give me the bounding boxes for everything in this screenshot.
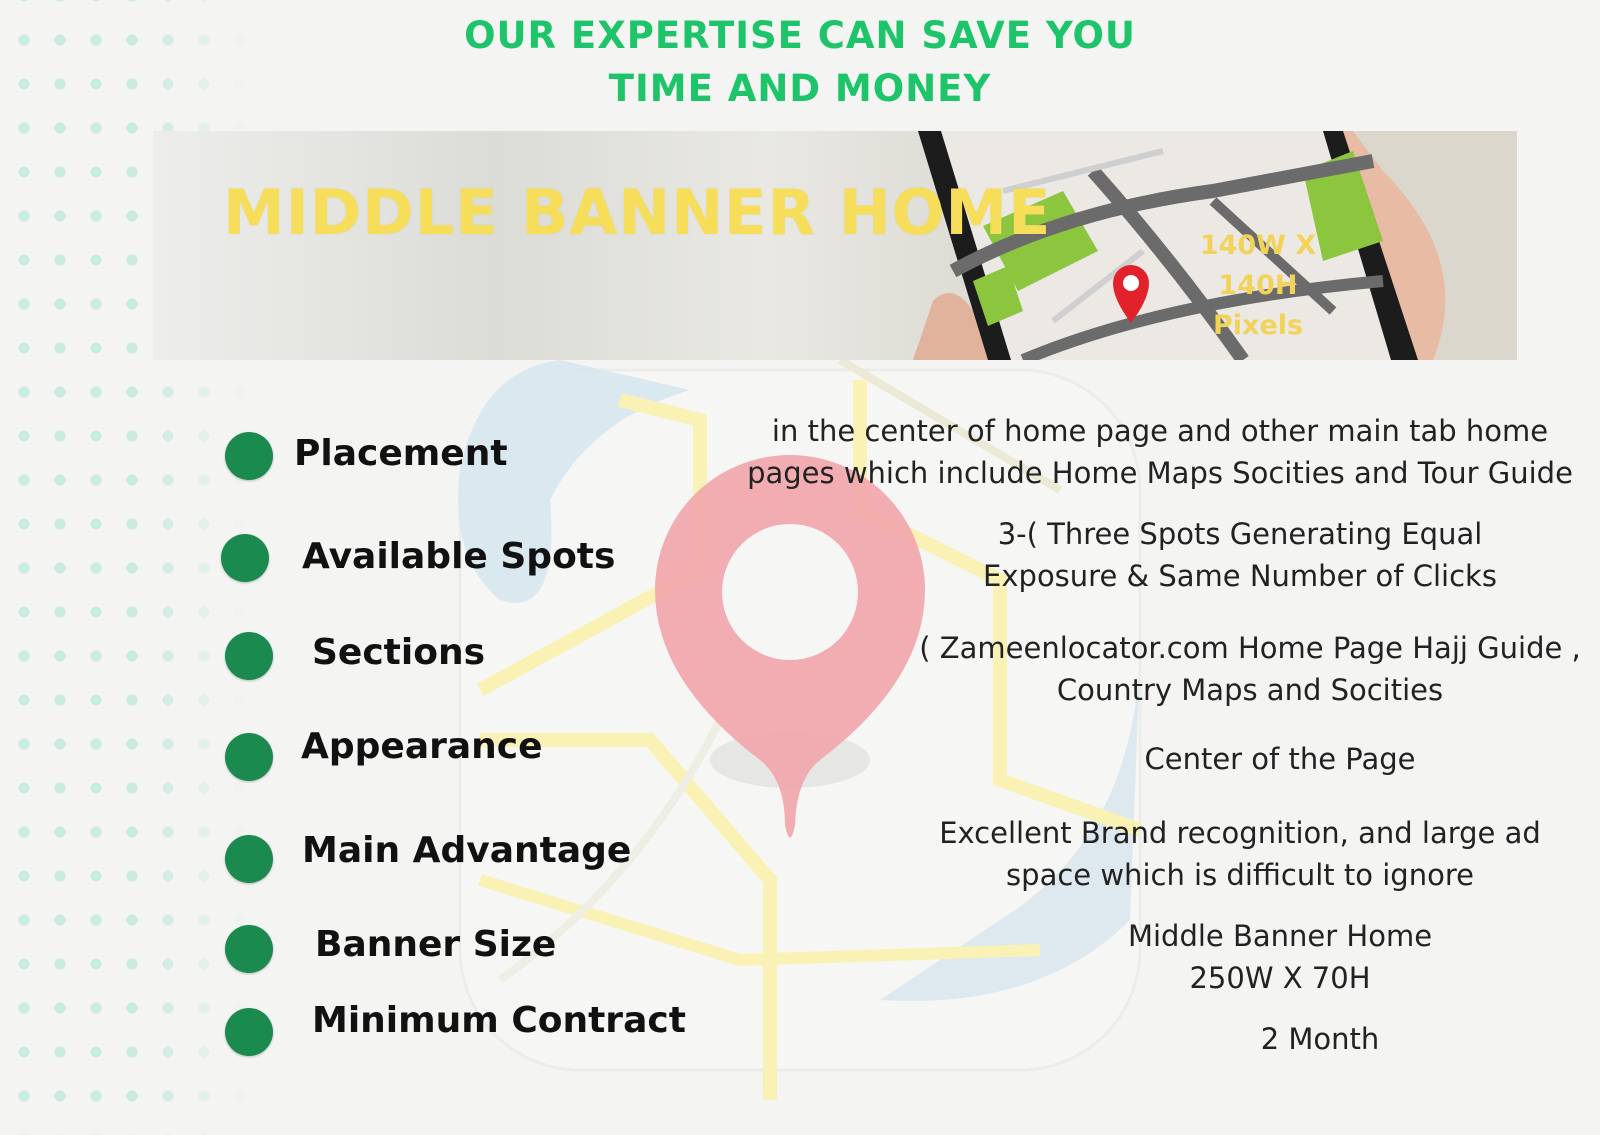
row-value-line: Middle Banner Home <box>1127 919 1433 953</box>
row-value-line: in the center of home page and other mai… <box>771 414 1549 448</box>
row-value-available-spots: 3-( Three Spots Generating Equal Exposur… <box>900 513 1580 597</box>
middle-banner-image: MIDDLE BANNER HOME 140W X 140H Pixels <box>153 131 1517 360</box>
row-label-appearance: Appearance <box>301 726 543 767</box>
row-label-sections: Sections <box>312 632 486 673</box>
row-label-placement: Placement <box>294 433 508 474</box>
row-label-minimum-contract: Minimum Contract <box>312 1000 686 1041</box>
row-value-sections: ( Zameenlocator.com Home Page Hajj Guide… <box>900 627 1600 711</box>
row-value-line: ( Zameenlocator.com Home Page Hajj Guide… <box>919 631 1581 665</box>
banner-size-label: 140W X 140H Pixels <box>1158 226 1358 346</box>
row-value-appearance: Center of the Page <box>1030 738 1530 780</box>
row-value-line: Center of the Page <box>1144 742 1416 776</box>
banner-size-unit: Pixels <box>1212 310 1304 341</box>
bullet-dot-icon <box>225 632 273 680</box>
row-label-main-advantage: Main Advantage <box>302 830 632 871</box>
row-value-line: 2 Month <box>1260 1022 1380 1056</box>
row-label-banner-size: Banner Size <box>315 924 557 965</box>
row-value-line: pages which include Home Maps Socities a… <box>747 456 1573 490</box>
row-value-line: 3-( Three Spots Generating Equal <box>997 517 1483 551</box>
bullet-dot-icon <box>225 432 273 480</box>
bullet-dot-icon <box>225 1008 273 1056</box>
bullet-dot-icon <box>225 733 273 781</box>
bullet-dot-icon <box>225 835 273 883</box>
row-value-placement: in the center of home page and other mai… <box>730 410 1590 494</box>
banner-size-dimensions: 140W X 140H <box>1199 230 1317 301</box>
headline-line-2: TIME AND MONEY <box>608 67 992 110</box>
headline-line-1: OUR EXPERTISE CAN SAVE YOU <box>464 14 1136 57</box>
row-value-banner-size: Middle Banner Home 250W X 70H <box>1080 915 1480 999</box>
row-value-line: Excellent Brand recognition, and large a… <box>939 816 1541 850</box>
row-value-line: 250W X 70H <box>1189 961 1371 995</box>
row-value-line: space which is difficult to ignore <box>1006 858 1474 892</box>
bullet-dot-icon <box>221 534 269 582</box>
row-value-line: Exposure & Same Number of Clicks <box>983 559 1497 593</box>
row-value-main-advantage: Excellent Brand recognition, and large a… <box>890 812 1590 896</box>
row-label-available-spots: Available Spots <box>302 536 616 577</box>
row-value-minimum-contract: 2 Month <box>1170 1018 1470 1060</box>
banner-title: MIDDLE BANNER HOME <box>223 176 1052 249</box>
row-value-line: Country Maps and Socities <box>1056 673 1444 707</box>
bullet-dot-icon <box>225 925 273 973</box>
